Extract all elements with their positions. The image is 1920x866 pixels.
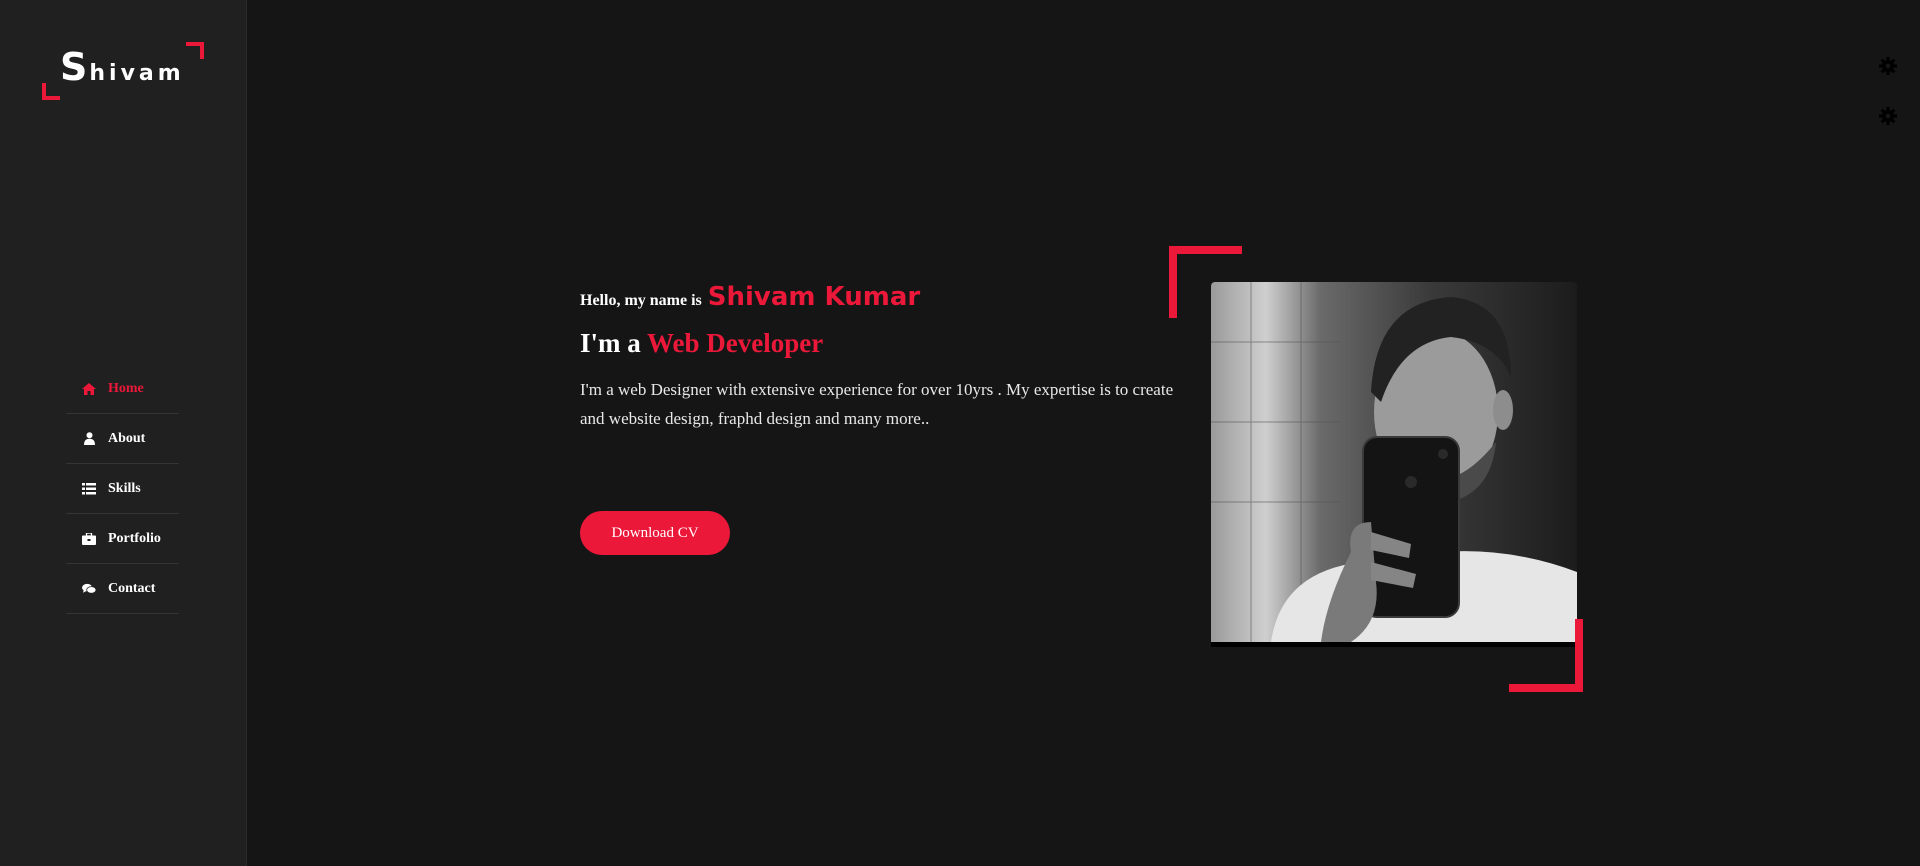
logo-text: Shivam bbox=[60, 48, 185, 86]
nav-item-label: About bbox=[108, 430, 146, 446]
photo-frame-corner-bottom-right bbox=[1509, 619, 1583, 692]
nav-item-label: Skills bbox=[108, 480, 141, 496]
nav-item-label: Contact bbox=[108, 580, 156, 596]
role-title: Web Developer bbox=[647, 328, 824, 358]
greeting: Hello, my name is Shivam Kumar bbox=[580, 282, 1180, 312]
logo-corner-top-right bbox=[186, 42, 204, 59]
greeting-prefix: Hello, my name is bbox=[580, 292, 702, 309]
gear-icon[interactable] bbox=[1878, 106, 1898, 126]
comments-icon bbox=[82, 582, 96, 596]
nav-item-contact[interactable]: Contact bbox=[66, 564, 179, 614]
hero-name: Shivam Kumar bbox=[707, 282, 921, 312]
nav-item-label: Portfolio bbox=[108, 530, 161, 546]
profile-photo bbox=[1211, 282, 1577, 647]
logo[interactable]: Shivam bbox=[42, 42, 204, 100]
hero-intro: Hello, my name is Shivam Kumar I'm a Web… bbox=[580, 282, 1180, 433]
nav-item-home[interactable]: Home bbox=[66, 364, 179, 414]
nav-item-about[interactable]: About bbox=[66, 414, 179, 464]
role-heading: I'm a Web Developer bbox=[580, 328, 1180, 359]
briefcase-icon bbox=[82, 532, 96, 546]
nav-item-portfolio[interactable]: Portfolio bbox=[66, 514, 179, 564]
logo-initial: S bbox=[60, 45, 90, 89]
logo-rest: hivam bbox=[89, 61, 185, 86]
nav-item-label: Home bbox=[108, 380, 144, 396]
nav-menu: Home About Skills Portfolio Contact bbox=[66, 364, 179, 614]
nav-item-skills[interactable]: Skills bbox=[66, 464, 179, 514]
list-icon bbox=[82, 482, 96, 496]
sidebar: Shivam Home About Skills Portfolio Conta… bbox=[0, 0, 247, 866]
user-icon bbox=[82, 432, 96, 446]
role-prefix: I'm a bbox=[580, 328, 641, 358]
gear-icon[interactable] bbox=[1878, 56, 1898, 76]
home-icon bbox=[82, 382, 96, 396]
logo-corner-bottom-left bbox=[42, 83, 60, 100]
download-cv-button[interactable]: Download CV bbox=[580, 511, 730, 555]
hero-description: I'm a web Designer with extensive experi… bbox=[580, 380, 1174, 428]
